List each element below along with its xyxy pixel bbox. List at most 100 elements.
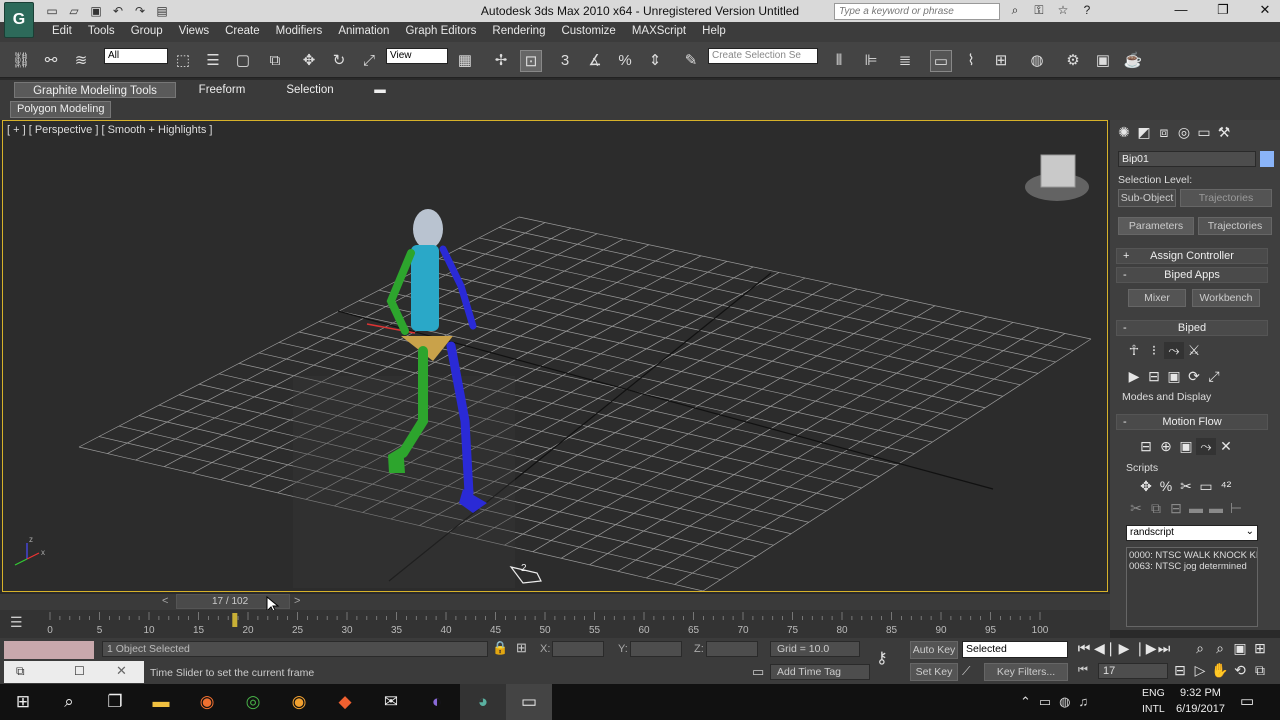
tab-trajectories[interactable]: Trajectories (1198, 217, 1272, 235)
time-config-icon[interactable]: ⊟ (1170, 662, 1190, 679)
render-setup-icon[interactable]: ⚙ (1062, 50, 1084, 72)
spinner-snap-icon[interactable]: ⇕ (644, 50, 666, 72)
modes-and-display-rollout[interactable]: Modes and Display (1122, 391, 1211, 403)
orbit-icon[interactable]: ⟲ (1230, 662, 1250, 679)
language-indicator[interactable]: ENG (1142, 687, 1165, 699)
maximize-icon[interactable]: ☐ (74, 664, 85, 678)
rect-selection-icon[interactable]: ▢ (232, 50, 254, 72)
bind-space-warp-icon[interactable]: ≋ (70, 50, 92, 72)
perspective-viewport[interactable]: [ + ] [ Perspective ] [ Smooth + Highlig… (2, 120, 1108, 592)
rendered-frame-icon[interactable]: ▣ (1092, 50, 1114, 72)
selection-filter-dropdown[interactable]: All (104, 48, 168, 64)
edit-named-sel-icon[interactable]: ✎ (680, 50, 702, 72)
key-mode-dropdown[interactable]: Selected (962, 641, 1068, 658)
menu-item-group[interactable]: Group (123, 25, 171, 37)
sub-object-dropdown[interactable]: Trajectories (1180, 189, 1272, 207)
mirror-icon[interactable]: ⫴ (828, 50, 850, 72)
edit-clip-icon[interactable]: ▭ (1196, 478, 1216, 495)
move-all-icon[interactable]: ⤢ (1204, 368, 1224, 385)
delete-clip-icon[interactable]: ✂ (1176, 478, 1196, 495)
menu-item-edit[interactable]: Edit (44, 25, 80, 37)
z-coordinate-field[interactable] (706, 641, 758, 657)
window-crossing-icon[interactable]: ⧉ (264, 50, 286, 72)
set-key-button[interactable]: Set Key (910, 663, 958, 681)
y-coordinate-field[interactable] (630, 641, 682, 657)
star-icon[interactable]: ☆ (1054, 3, 1072, 19)
help-icon[interactable]: ? (1078, 3, 1096, 19)
menu-item-help[interactable]: Help (694, 25, 734, 37)
clock-date[interactable]: 6/19/2017 (1176, 703, 1225, 715)
list-item[interactable]: 0000: NTSC WALK KNOCK KI (1129, 550, 1257, 561)
sub-object-button[interactable]: Sub-Object (1118, 189, 1176, 207)
schematic-view-icon[interactable]: ⊞ (990, 50, 1012, 72)
current-frame-field[interactable]: 17 (1098, 663, 1168, 679)
define-script-icon[interactable]: ✥ (1136, 478, 1156, 495)
close-icon[interactable]: ✕ (116, 663, 127, 679)
lock-icon[interactable]: 🔒 (492, 640, 508, 656)
display-panel-icon[interactable]: ▭ (1194, 124, 1214, 141)
field-of-view-icon[interactable]: ▷ (1190, 662, 1210, 679)
menu-item-views[interactable]: Views (171, 25, 217, 37)
tab-polygon-modeling[interactable]: Polygon Modeling (10, 101, 112, 118)
layer-manager-icon[interactable]: ≣ (894, 50, 916, 72)
object-name-field[interactable]: Bip01 (1118, 151, 1256, 167)
pan-icon[interactable]: ✋ (1210, 662, 1230, 679)
mail-icon[interactable]: ✉ (368, 684, 414, 720)
goto-end-icon[interactable]: ⏭ (1154, 640, 1174, 657)
3dsmax-icon[interactable]: ◕ (460, 684, 506, 720)
next-frame-icon[interactable]: ❘▶ (1134, 640, 1157, 657)
object-color-swatch[interactable] (1260, 151, 1274, 167)
create-random-icon[interactable]: ✕ (1216, 438, 1236, 455)
rollout-motion-flow[interactable]: - Motion Flow (1116, 414, 1268, 430)
snap-toggle-icon[interactable]: 3 (554, 50, 576, 72)
key-tangent-icon[interactable]: ⟋ (962, 664, 970, 679)
chrome-icon[interactable]: ◎ (230, 684, 276, 720)
key-filters-button[interactable]: Key Filters... (984, 663, 1068, 681)
time-slider[interactable]: < 17 / 102 > (0, 594, 1110, 614)
maxscript-listener-mini[interactable] (4, 641, 94, 659)
graphite-toggle-icon[interactable]: ▭ (930, 50, 952, 72)
app-logo-button[interactable]: G (4, 2, 34, 38)
prev-frame-icon[interactable]: ◀❘ (1094, 640, 1117, 657)
tray-icons[interactable]: ⌃▭◍♫ (1020, 694, 1096, 710)
layout-indicator[interactable]: INTL (1142, 703, 1165, 715)
clock-time[interactable]: 9:32 PM (1180, 687, 1221, 699)
menu-item-modifiers[interactable]: Modifiers (268, 25, 331, 37)
restored-window-tab[interactable]: ⧉ ☐ ✕ (4, 661, 144, 683)
window-icon[interactable]: ▭ (506, 684, 552, 720)
percent-snap-icon[interactable]: % (614, 50, 636, 72)
pivot-center-icon[interactable]: ▦ (454, 50, 476, 72)
viber-icon[interactable]: ◐ (414, 684, 460, 720)
close-button[interactable]: ✕ (1244, 2, 1280, 20)
show-graph-icon[interactable]: ⤳ (1196, 438, 1216, 455)
load-file-icon[interactable]: ⊟ (1144, 368, 1164, 385)
menu-item-create[interactable]: Create (217, 25, 268, 37)
motion-flow-mode-icon[interactable]: ⤳ (1164, 342, 1184, 359)
script-list[interactable]: 0000: NTSC WALK KNOCK KI 0063: NTSC jog … (1126, 547, 1258, 627)
menu-item-rendering[interactable]: Rendering (484, 25, 553, 37)
list-item[interactable]: 0063: NTSC jog determined (1129, 561, 1255, 572)
menu-item-graph-editors[interactable]: Graph Editors (397, 25, 484, 37)
play-icon[interactable]: ▶ (1114, 640, 1134, 657)
firefox-alt-icon[interactable]: ◉ (276, 684, 322, 720)
select-object-icon[interactable]: ⬚ (172, 50, 194, 72)
search-input[interactable]: Type a keyword or phrase (834, 3, 1000, 20)
footstep-mode-icon[interactable]: ⁝ (1144, 342, 1164, 359)
tab-parameters[interactable]: Parameters (1118, 217, 1194, 235)
tab-selection[interactable]: Selection (270, 82, 350, 98)
link-icon[interactable]: ⛓ (10, 50, 32, 72)
set-keys-key-icon[interactable]: ⚷ (876, 648, 888, 668)
zoom-icon[interactable]: ⌕ (1190, 640, 1210, 657)
notification-icon[interactable]: ▭ (1240, 692, 1254, 710)
add-time-tag-button[interactable]: Add Time Tag (770, 664, 870, 680)
restore-icon[interactable]: ⧉ (16, 664, 25, 679)
time-slider-next[interactable]: > (294, 595, 300, 607)
motion-panel-icon[interactable]: ◎ (1174, 124, 1194, 141)
task-view-icon[interactable]: ❐ (92, 684, 138, 720)
coord-system-dropdown[interactable]: View (386, 48, 448, 64)
rollout-assign-controller[interactable]: + Assign Controller (1116, 248, 1268, 264)
menu-item-tools[interactable]: Tools (80, 25, 123, 37)
mixer-button[interactable]: Mixer (1128, 289, 1186, 307)
maximize-viewport-icon[interactable]: ⧉ (1250, 662, 1270, 679)
ribbon-options-icon[interactable]: ▬ (370, 82, 390, 98)
